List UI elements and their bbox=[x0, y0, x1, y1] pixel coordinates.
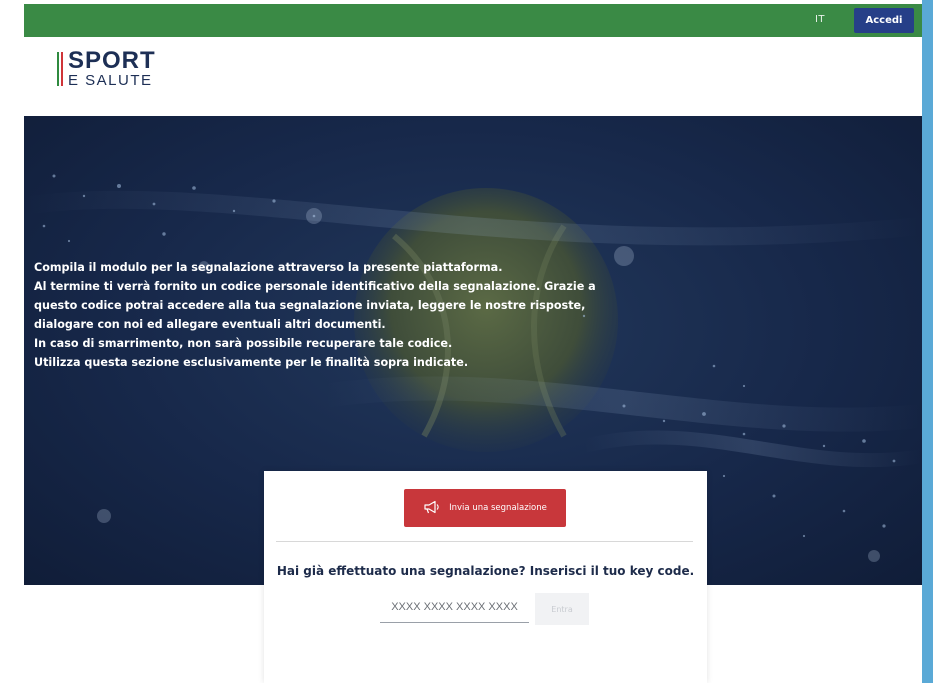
hero-description: Compila il modulo per la segnalazione at… bbox=[34, 258, 596, 372]
hero-text-line: Compila il modulo per la segnalazione at… bbox=[34, 261, 503, 274]
keycode-input[interactable] bbox=[380, 592, 529, 623]
browser-page: IT Accedi SPORT E SALUTE Compila il modu… bbox=[0, 0, 922, 683]
logo-text-sport: SPORT bbox=[68, 47, 156, 74]
language-selector[interactable]: IT bbox=[815, 14, 825, 25]
login-button[interactable]: Accedi bbox=[854, 8, 914, 33]
megaphone-icon bbox=[423, 500, 441, 517]
hero-text-line: In caso di smarrimento, non sarà possibi… bbox=[34, 337, 453, 350]
send-report-button[interactable]: Invia una segnalazione bbox=[404, 489, 566, 527]
hero-text-line: Al termine ti verrà fornito un codice pe… bbox=[34, 280, 596, 293]
hero-text-line: questo codice potrai accedere alla tua s… bbox=[34, 299, 586, 312]
hero-text-line: Utilizza questa sezione esclusivamente p… bbox=[34, 356, 469, 369]
report-card: Invia una segnalazione Hai già effettuat… bbox=[264, 471, 707, 683]
top-bar: IT Accedi bbox=[24, 4, 922, 37]
keycode-question: Hai già effettuato una segnalazione? Ins… bbox=[276, 564, 695, 578]
logo-flag-bars bbox=[57, 52, 63, 86]
hero-text-line: dialogare con noi ed allegare eventuali … bbox=[34, 318, 386, 331]
send-report-label: Invia una segnalazione bbox=[449, 503, 547, 513]
card-divider bbox=[276, 541, 693, 542]
logo-text-salute: E SALUTE bbox=[68, 72, 153, 89]
enter-button[interactable]: Entra bbox=[535, 593, 589, 625]
